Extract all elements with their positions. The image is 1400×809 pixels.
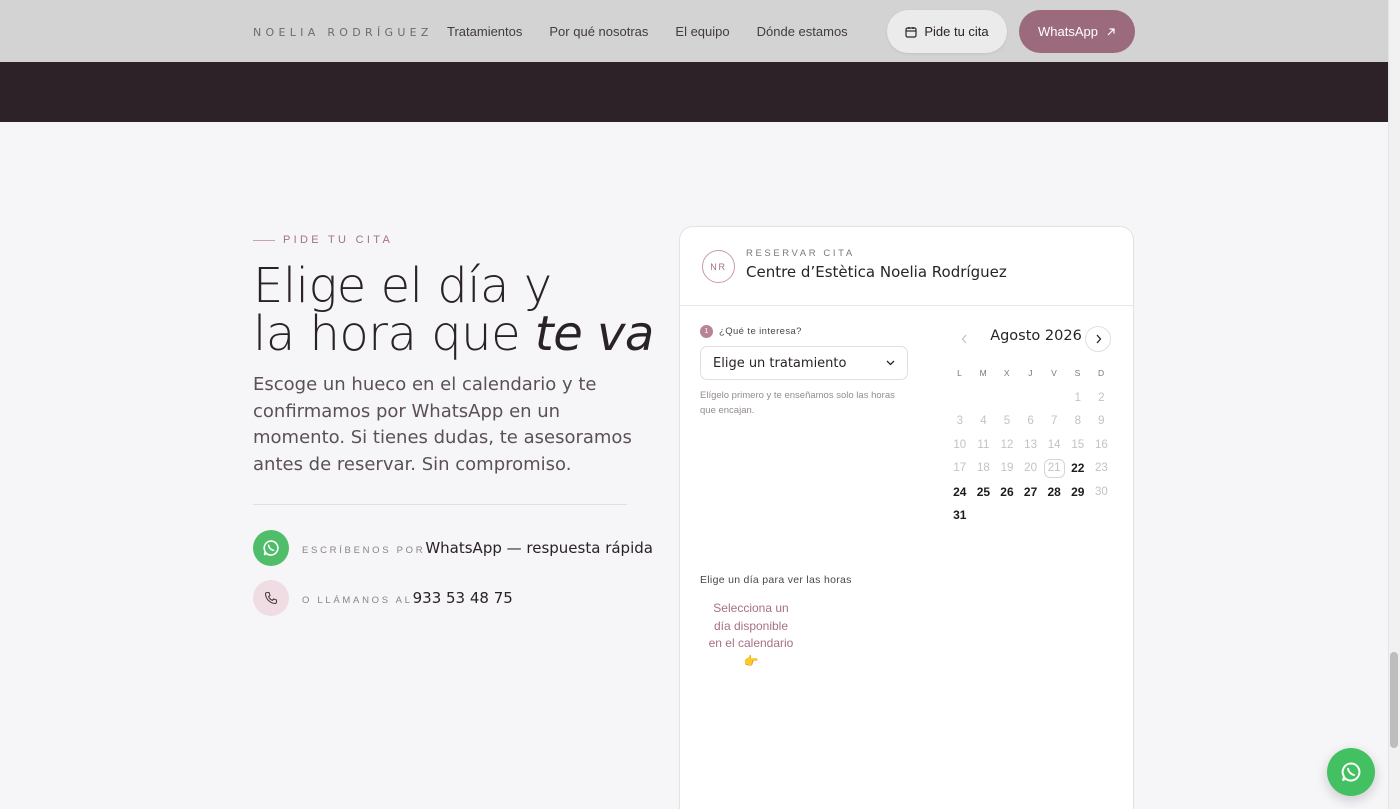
arrow-up-right-icon — [1107, 27, 1115, 35]
title-italic: te va — [534, 306, 654, 362]
treatment-step: 1 ¿Qué te interesa? — [700, 325, 802, 338]
time-slots-label: Elige un día para ver las horas — [700, 574, 852, 586]
calendar-day-available[interactable]: 22 — [1066, 457, 1090, 481]
calendar-day-available[interactable]: 28 — [1042, 480, 1066, 504]
whatsapp-contact[interactable]: ESCRÍBENOS POR WhatsApp — respuesta rápi… — [253, 530, 653, 566]
eyebrow-line — [253, 239, 275, 241]
calendar-day-number: 21 — [1043, 458, 1065, 478]
calendar-day-today: 21 — [1042, 457, 1066, 481]
booking-card-header: NR RESERVAR CITA Centre d’Estètica Noeli… — [680, 227, 1133, 306]
prev-month-button[interactable] — [951, 326, 977, 352]
calendar-blank — [1019, 386, 1043, 410]
eyebrow-text: PIDE TU CITA — [283, 234, 394, 246]
phone-contact-label: O LLÁMANOS AL — [302, 594, 413, 606]
site-header: NOELIA RODRÍGUEZ Tratamientos Por qué no… — [0, 0, 1388, 62]
calendar-icon — [905, 26, 917, 38]
chevron-right-icon — [1096, 334, 1101, 344]
main-nav: Tratamientos Por qué nosotras El equipo … — [447, 24, 848, 39]
calendar-day-unavailable: 7 — [1050, 415, 1058, 428]
calendar-day-unavailable: 13 — [1024, 438, 1037, 451]
calendar-day-unavailable: 8 — [1074, 415, 1081, 428]
whatsapp-icon — [1341, 762, 1361, 782]
weekday-header: M — [979, 368, 988, 378]
lead-text: Escoge un hueco en el calendario y te co… — [253, 374, 632, 475]
calendar-day-available[interactable]: 24 — [948, 480, 972, 504]
calendar-day-unavailable: 4 — [980, 415, 987, 428]
page-title: Elige el día y la hora que te va — [253, 262, 654, 358]
whatsapp-header-button[interactable]: WhatsApp — [1019, 10, 1135, 53]
dark-band — [0, 62, 1388, 122]
calendar-blank — [948, 386, 972, 410]
calendar-day-available[interactable]: 27 — [1019, 480, 1043, 504]
calendar-month: Agosto 2026 — [990, 328, 1082, 344]
logo[interactable]: NOELIA RODRÍGUEZ — [253, 26, 433, 39]
nav-por-que-nosotras[interactable]: Por qué nosotras — [549, 24, 648, 39]
calendar-day-unavailable: 30 — [1094, 485, 1108, 498]
whatsapp-floating-button[interactable] — [1327, 748, 1375, 796]
calendar-day-unavailable: 20 — [1024, 462, 1037, 475]
phone-contact[interactable]: O LLÁMANOS AL 933 53 48 75 — [253, 580, 513, 616]
weekday-header: V — [1051, 368, 1058, 378]
calendar-day-available[interactable]: 31 — [948, 504, 972, 528]
title-line-2: la hora que — [253, 306, 521, 362]
whatsapp-contact-text[interactable]: WhatsApp — respuesta rápida — [425, 539, 653, 557]
calendar-day-unavailable: 11 — [977, 438, 990, 451]
scrollbar-thumb[interactable] — [1390, 652, 1398, 748]
chevron-left-icon — [961, 334, 966, 344]
calendar-day-unavailable: 2 — [1098, 391, 1105, 404]
book-appointment-button[interactable]: Pide tu cita — [887, 10, 1007, 53]
weekday-header: S — [1074, 368, 1081, 378]
calendar-day-unavailable: 12 — [1000, 438, 1014, 451]
calendar-day-available[interactable]: 26 — [995, 480, 1019, 504]
phone-icon — [253, 580, 289, 616]
book-appointment-label: Pide tu cita — [924, 24, 989, 39]
treatment-select-value: Elige un tratamiento — [713, 355, 847, 371]
calendar-day-unavailable: 5 — [1003, 415, 1011, 428]
calendar-day-unavailable: 6 — [1027, 415, 1034, 428]
calendar-day-unavailable: 10 — [953, 438, 967, 451]
calendar-day-available[interactable]: 25 — [972, 480, 996, 504]
weekday-header: J — [1028, 368, 1033, 378]
calendar-day-unavailable: 17 — [953, 462, 967, 475]
calendar-day-unavailable: 16 — [1094, 438, 1108, 451]
nav-donde-estamos[interactable]: Dónde estamos — [757, 24, 848, 39]
treatment-helper-text: Elígelo primero y te enseñamos solo las … — [700, 390, 895, 416]
step-number: 1 — [700, 325, 713, 338]
calendar-day-unavailable: 19 — [1000, 462, 1014, 475]
nav-tratamientos[interactable]: Tratamientos — [447, 24, 522, 39]
section-eyebrow: PIDE TU CITA — [253, 234, 393, 246]
weekday-header: D — [1098, 368, 1105, 378]
weekday-header: L — [957, 368, 963, 378]
whatsapp-header-label: WhatsApp — [1038, 24, 1098, 39]
calendar-day-unavailable: 18 — [976, 462, 990, 475]
booking-card: NR RESERVAR CITA Centre d’Estètica Noeli… — [679, 226, 1134, 809]
calendar-day-unavailable: 1 — [1074, 391, 1081, 404]
divider — [253, 504, 627, 505]
booking-kicker: RESERVAR CITA — [746, 248, 855, 259]
centre-name: Centre d’Estètica Noelia Rodríguez — [746, 263, 1007, 281]
calendar-day-unavailable: 15 — [1071, 438, 1085, 451]
weekday-header: X — [1003, 368, 1011, 378]
whatsapp-icon — [253, 530, 289, 566]
treatment-select[interactable]: Elige un tratamiento — [700, 346, 908, 380]
calendar-day-unavailable: 3 — [956, 415, 963, 428]
calendar-day-unavailable: 14 — [1047, 438, 1061, 451]
calendar-grid: L M X J V S D 1 2 3 4 5 6 7 8 9 10 11 12 13 14 15 16 17 18 19 20 21… — [948, 368, 1113, 527]
centre-badge: NR — [702, 250, 735, 283]
time-slots-empty-message: Selecciona un día disponible en el calen… — [708, 601, 794, 668]
calendar-day-unavailable: 23 — [1094, 462, 1108, 475]
calendar-blank — [995, 386, 1019, 410]
chevron-down-icon — [886, 360, 895, 366]
step-label: ¿Qué te interesa? — [719, 326, 802, 337]
scrollbar[interactable] — [1388, 0, 1400, 809]
nav-el-equipo[interactable]: El equipo — [675, 24, 729, 39]
calendar-blank — [1042, 386, 1066, 410]
calendar-day-available[interactable]: 29 — [1066, 480, 1090, 504]
calendar-day-unavailable: 9 — [1098, 415, 1105, 428]
next-month-button[interactable] — [1085, 326, 1111, 352]
phone-number[interactable]: 933 53 48 75 — [413, 589, 513, 607]
whatsapp-contact-label: ESCRÍBENOS POR — [302, 544, 426, 556]
calendar-blank — [972, 386, 996, 410]
